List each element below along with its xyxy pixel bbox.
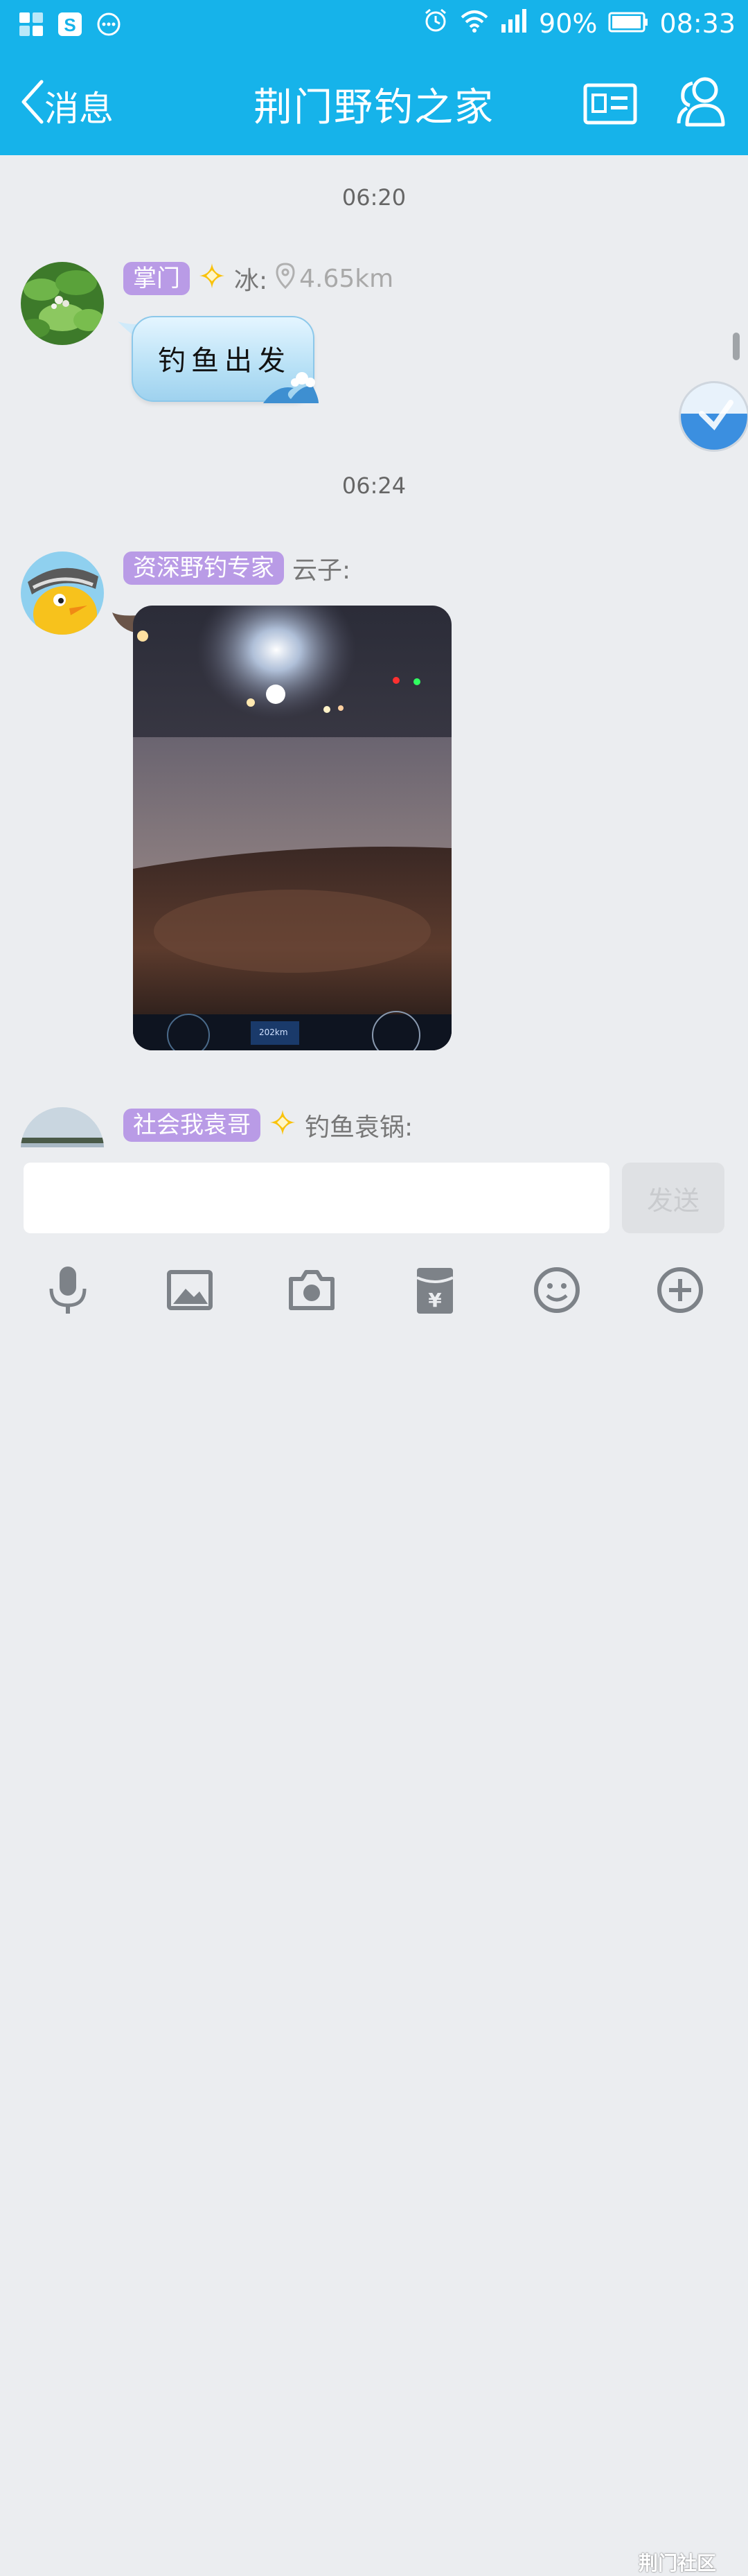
voice-button[interactable] <box>40 1262 96 1318</box>
more-button[interactable] <box>652 1262 708 1318</box>
microphone-icon <box>49 1267 87 1314</box>
diamond-icon <box>269 1109 296 1143</box>
floating-action-button[interactable] <box>679 381 748 452</box>
group-card-button[interactable] <box>583 83 637 127</box>
id-card-icon <box>583 83 637 125</box>
chat-area[interactable]: 06:20 掌门 冰: 4.65km 钓鱼出发 06:24 资深野钓专家 云子:… <box>0 155 748 1147</box>
title-badge: 社会我袁哥 <box>123 1109 260 1142</box>
wifi-icon <box>460 8 489 39</box>
avatar[interactable] <box>21 262 104 345</box>
message-header: 掌门 冰: 4.65km <box>123 261 393 297</box>
camera-button[interactable] <box>284 1262 339 1318</box>
people-icon <box>677 77 725 127</box>
status-bar: S 90% 08:33 <box>0 0 748 50</box>
svg-text:¥: ¥ <box>428 1289 442 1312</box>
emoji-button[interactable] <box>529 1262 585 1318</box>
image-icon <box>167 1270 213 1310</box>
message-header: 社会我袁哥 钓鱼袁锅: <box>123 1107 413 1143</box>
app-grid-icon <box>19 12 43 39</box>
camera-icon <box>289 1270 335 1310</box>
title-badge: 资深野钓专家 <box>123 552 284 585</box>
nav-bar: 消息 荆门野钓之家 <box>0 50 748 155</box>
svg-text:S: S <box>64 15 75 35</box>
watermark: 荆门社区 <box>639 2552 717 2575</box>
wave-decoration-icon <box>263 372 319 403</box>
red-packet-icon: ¥ <box>416 1268 454 1314</box>
send-button[interactable]: 发送 <box>622 1163 724 1233</box>
sogou-icon: S <box>58 12 82 39</box>
smiley-icon <box>534 1267 580 1313</box>
message-input[interactable] <box>24 1163 609 1233</box>
image-button[interactable] <box>162 1262 217 1318</box>
title-badge: 掌门 <box>123 262 190 295</box>
input-toolbar: ¥ 荆门社区 <box>0 1247 748 2575</box>
message-time: 06:20 <box>341 184 407 211</box>
message-header: 资深野钓专家 云子: <box>123 550 350 586</box>
alarm-icon <box>422 7 449 39</box>
signal-icon <box>500 8 528 39</box>
scrollbar[interactable] <box>733 333 740 360</box>
input-bar: 发送 <box>0 1147 748 1233</box>
distance-text: 4.65km <box>299 264 394 293</box>
message-bubble[interactable]: 钓鱼出发 <box>132 316 319 403</box>
battery-icon <box>608 8 648 39</box>
battery-percent: 90% <box>539 8 598 39</box>
avatar[interactable] <box>21 1107 104 1147</box>
location-pin-icon <box>276 262 295 295</box>
group-members-button[interactable] <box>673 73 731 132</box>
more-dots-icon <box>97 12 121 39</box>
sender-name: 冰: <box>234 267 268 295</box>
photo-message[interactable]: 202km <box>133 606 452 1050</box>
svg-text:202km: 202km <box>259 1027 288 1037</box>
clock-time: 08:33 <box>659 8 736 39</box>
sender-name: 云子: <box>292 556 351 585</box>
sender-name: 钓鱼袁锅: <box>305 1113 413 1142</box>
avatar[interactable] <box>21 552 104 635</box>
red-packet-button[interactable]: ¥ <box>407 1262 463 1318</box>
distance-info: 4.65km <box>276 262 394 295</box>
message-time: 06:24 <box>341 473 407 499</box>
plus-circle-icon <box>657 1267 703 1313</box>
diamond-icon <box>198 262 226 296</box>
